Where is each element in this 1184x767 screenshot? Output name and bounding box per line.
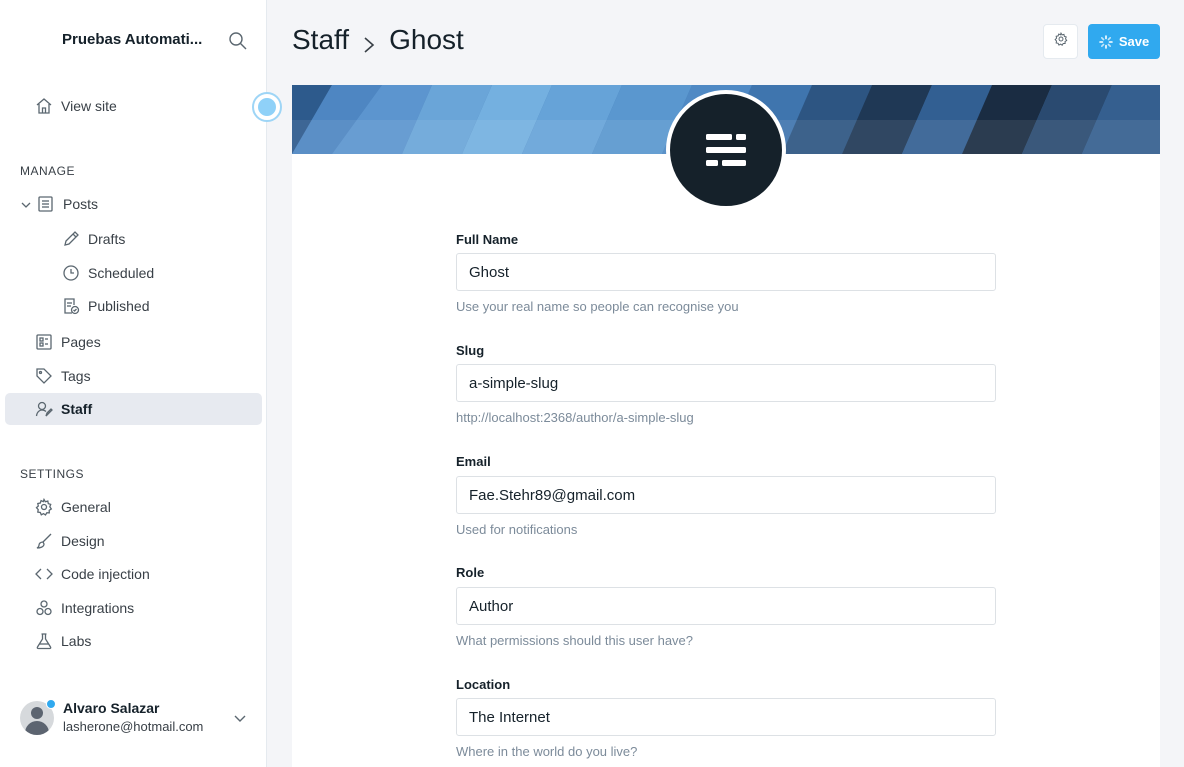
save-button-label: Save <box>1118 34 1150 49</box>
nav-view-site-label: View site <box>61 98 117 114</box>
nav-view-site[interactable]: View site <box>35 90 117 122</box>
loading-spinner-icon <box>1099 34 1113 49</box>
chevron-down-icon[interactable] <box>233 711 247 725</box>
pages-icon <box>35 333 53 351</box>
nav-posts-label: Posts <box>63 196 99 212</box>
location-label: Location <box>456 677 511 692</box>
posts-icon <box>37 195 55 213</box>
chevron-right-icon <box>361 30 377 53</box>
search-icon[interactable] <box>228 31 248 51</box>
notification-indicator[interactable] <box>252 92 282 122</box>
full-name-input[interactable] <box>456 253 996 291</box>
online-status-dot <box>46 699 56 709</box>
email-field[interactable] <box>456 476 996 514</box>
ghost-logo-icon <box>706 134 746 166</box>
user-menu[interactable]: Alvaro Salazar lasherone@hotmail.com <box>20 699 250 739</box>
gear-icon <box>1053 31 1068 51</box>
full-name-label: Full Name <box>456 232 519 247</box>
profile-picture[interactable] <box>666 90 786 210</box>
user-email: lasherone@hotmail.com <box>63 719 204 734</box>
section-settings: SETTINGS <box>20 467 85 481</box>
nav-general-label: General <box>61 499 111 515</box>
section-manage: MANAGE <box>20 164 76 178</box>
user-name: Alvaro Salazar <box>63 700 160 716</box>
role-select[interactable] <box>456 587 996 625</box>
gear-icon <box>35 498 53 516</box>
clock-icon <box>62 264 80 282</box>
location-hint: Where in the world do you live? <box>456 744 638 759</box>
nav-code-injection[interactable]: Code injection <box>35 558 150 590</box>
nav-labs-label: Labs <box>61 633 92 649</box>
nav-integrations[interactable]: Integrations <box>35 592 134 624</box>
role-label: Role <box>456 565 485 580</box>
nav-general[interactable]: General <box>35 491 111 523</box>
nav-drafts[interactable]: Drafts <box>62 223 125 255</box>
nav-scheduled-label: Scheduled <box>88 265 155 281</box>
slug-hint: http://localhost:2368/author/a-simple-sl… <box>456 410 694 425</box>
slug-input[interactable] <box>456 364 996 402</box>
nav-scheduled[interactable]: Scheduled <box>62 257 154 289</box>
integrations-icon <box>35 599 53 617</box>
sidebar: Pruebas Automati... View site MANAGE Pos… <box>0 0 282 767</box>
flask-icon <box>35 632 53 650</box>
nav-design-label: Design <box>61 533 105 549</box>
nav-pages-label: Pages <box>61 334 101 350</box>
brush-icon <box>35 532 53 550</box>
full-name-hint: Use your real name so people can recogni… <box>456 299 739 314</box>
nav-labs[interactable]: Labs <box>35 625 91 657</box>
nav-posts[interactable]: Posts <box>37 188 98 220</box>
pencil-icon <box>62 230 80 248</box>
email-label: Email <box>456 454 491 469</box>
user-actions-button[interactable] <box>1043 24 1078 59</box>
tag-icon <box>35 367 53 385</box>
nav-tags[interactable]: Tags <box>35 360 91 392</box>
published-icon <box>62 297 80 315</box>
chevron-down-icon[interactable] <box>20 198 32 210</box>
staff-icon <box>35 400 53 418</box>
nav-pages[interactable]: Pages <box>35 326 101 358</box>
role-hint: What permissions should this user have? <box>456 633 694 648</box>
nav-published[interactable]: Published <box>62 290 150 322</box>
breadcrumb: Staff Ghost <box>292 24 464 56</box>
home-icon <box>35 97 53 115</box>
nav-tags-label: Tags <box>61 368 91 384</box>
slug-label: Slug <box>456 343 485 358</box>
nav-staff-label: Staff <box>61 401 93 417</box>
save-button[interactable]: Save <box>1088 24 1160 59</box>
email-hint: Used for notifications <box>456 522 578 537</box>
code-icon <box>35 565 53 583</box>
nav-integrations-label: Integrations <box>61 600 135 616</box>
site-title[interactable]: Pruebas Automati... <box>62 31 202 48</box>
breadcrumb-parent[interactable]: Staff <box>292 24 349 56</box>
nav-staff[interactable]: Staff <box>5 393 262 425</box>
breadcrumb-current: Ghost <box>389 24 464 55</box>
nav-drafts-label: Drafts <box>88 231 126 247</box>
nav-code-injection-label: Code injection <box>61 566 150 582</box>
nav-published-label: Published <box>88 298 150 314</box>
location-input[interactable] <box>456 698 996 736</box>
nav-design[interactable]: Design <box>35 525 105 557</box>
profile-card <box>292 154 1160 767</box>
